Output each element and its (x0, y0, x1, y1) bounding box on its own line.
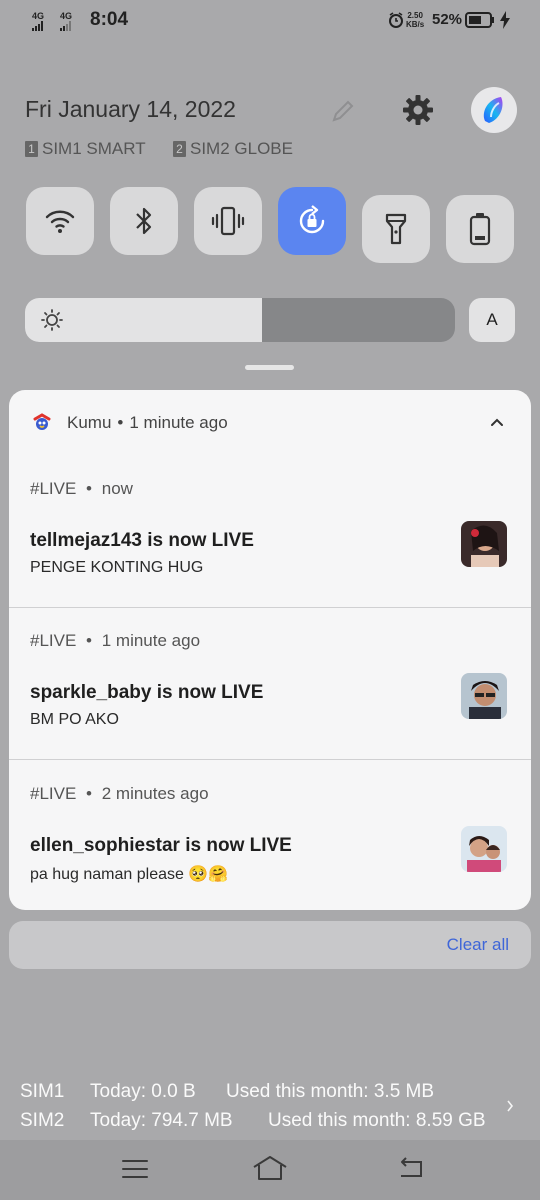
navigation-bar (0, 1140, 540, 1200)
speed-unit: KB/s (406, 20, 425, 29)
notification-title: ellen_sophiestar is now LIVE (30, 835, 292, 856)
streamer-thumbnail (461, 826, 507, 872)
vibrate-toggle[interactable] (194, 187, 262, 255)
bluetooth-icon (136, 207, 152, 235)
user-avatar[interactable] (471, 87, 517, 133)
avatar-photo-icon (461, 673, 507, 719)
speed-value: 2.50 (407, 11, 423, 20)
notification-body: BM PO AKO (30, 711, 119, 728)
sim2-usage-month: Used this month: 8.59 GB (268, 1110, 486, 1131)
avatar-photo-icon (461, 521, 507, 567)
signal-bars-icon (60, 21, 71, 31)
app-name: Kumu (67, 413, 112, 432)
notification-tag: #LIVE (30, 784, 77, 803)
sim1-label: SIM1 SMART (42, 139, 146, 158)
app-time: 1 minute ago (129, 413, 228, 432)
avatar-photo-icon (461, 826, 507, 872)
sim1-usage-today: Today: 0.0 B (90, 1081, 196, 1102)
battery-saver-toggle[interactable] (446, 195, 514, 263)
vibrate-icon (211, 206, 245, 236)
signal-sim1: 4G (32, 12, 46, 31)
notification-header: Kumu • 1 minute ago (31, 412, 228, 434)
status-bar: 4G 4G 8:04 2.50 KB/s 52% (0, 0, 540, 44)
streamer-thumbnail (461, 521, 507, 567)
streamer-thumbnail (461, 673, 507, 719)
profile-logo-icon (483, 97, 503, 123)
network-type-1: 4G (32, 11, 45, 21)
battery-icon (465, 12, 494, 28)
wifi-toggle[interactable] (26, 187, 94, 255)
signal-bars-icon (32, 21, 43, 31)
chevron-right-icon[interactable] (505, 1098, 515, 1114)
sim2-operator: 2 SIM2 GLOBE (173, 139, 293, 159)
sun-icon (41, 309, 63, 331)
auto-brightness-button[interactable]: A (469, 298, 515, 342)
panel-drag-handle[interactable] (245, 365, 294, 370)
divider (9, 607, 531, 608)
menu-icon[interactable] (121, 1158, 149, 1180)
notification-body: pa hug naman please 🥺🤗 (30, 866, 229, 883)
notification-time: 1 minute ago (101, 631, 201, 650)
notification-meta: #LIVE • 1 minute ago (30, 631, 200, 651)
notification-tag: #LIVE (30, 631, 77, 650)
sim2-badge: 2 (173, 141, 186, 157)
wifi-icon (45, 210, 75, 233)
notification-meta: #LIVE • 2 minutes ago (30, 784, 209, 804)
date-label: Fri January 14, 2022 (25, 96, 236, 122)
notification-tag: #LIVE (30, 479, 77, 498)
notification-item[interactable]: #LIVE • 1 minute ago sparkle_baby is now… (9, 631, 531, 783)
notification-title: tellmejaz143 is now LIVE (30, 530, 254, 551)
sim1-usage-month: Used this month: 3.5 MB (226, 1081, 435, 1102)
divider (9, 759, 531, 760)
separator-dot: • (86, 631, 92, 650)
notification-group-kumu[interactable]: Kumu • 1 minute ago #LIVE • now tellmeja… (9, 390, 531, 910)
notification-item[interactable]: #LIVE • 2 minutes ago ellen_sophiestar i… (9, 784, 531, 910)
sim1-usage-name: SIM1 (20, 1081, 65, 1102)
bluetooth-toggle[interactable] (110, 187, 178, 255)
sim2-usage-today: Today: 794.7 MB (90, 1110, 233, 1131)
flashlight-icon (385, 213, 407, 245)
sim1-badge: 1 (25, 141, 38, 157)
chevron-up-icon[interactable] (489, 416, 505, 428)
edit-icon[interactable] (330, 98, 356, 124)
notification-item[interactable]: #LIVE • now tellmejaz143 is now LIVE PEN… (9, 479, 531, 631)
flashlight-toggle[interactable] (362, 195, 430, 263)
alarm-icon (389, 12, 403, 28)
rotation-lock-toggle[interactable] (278, 187, 346, 255)
separator-dot: • (86, 784, 92, 803)
clear-all-bar: Clear all (9, 921, 531, 969)
sim2-usage-name: SIM2 (20, 1110, 65, 1131)
separator-dot: • (117, 413, 124, 432)
settings-gear-icon[interactable] (402, 94, 434, 126)
notification-body: PENGE KONTING HUG (30, 559, 204, 576)
rotation-lock-icon (299, 205, 325, 234)
notification-time: 2 minutes ago (101, 784, 209, 803)
clear-all-button[interactable]: Clear all (447, 935, 509, 955)
network-speed: 2.50 KB/s (406, 11, 424, 29)
sim1-operator: 1 SIM1 SMART (25, 139, 146, 159)
battery-percent: 52% (432, 11, 463, 28)
signal-sim2: 4G (60, 12, 74, 31)
notification-meta: #LIVE • now (30, 479, 133, 499)
network-type-2: 4G (60, 11, 73, 21)
brightness-slider[interactable] (25, 298, 455, 342)
charging-icon (500, 11, 510, 29)
separator-dot: • (86, 479, 92, 498)
notification-title: sparkle_baby is now LIVE (30, 682, 264, 703)
clock: 8:04 (90, 9, 129, 30)
sim2-label: SIM2 GLOBE (190, 139, 293, 158)
kumu-app-icon (33, 413, 51, 430)
notification-time: now (101, 479, 133, 498)
home-icon[interactable] (252, 1155, 288, 1181)
back-icon[interactable] (397, 1156, 425, 1180)
battery-saver-icon (469, 213, 491, 246)
